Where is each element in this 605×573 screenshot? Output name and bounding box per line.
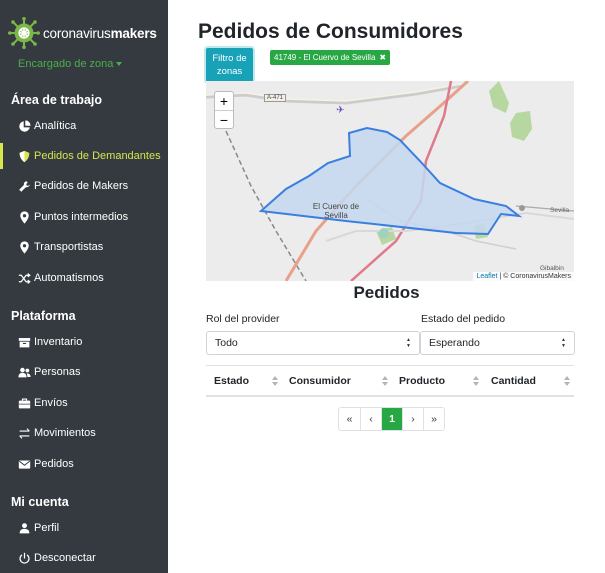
provider-role-label: Rol del provider xyxy=(206,313,280,325)
leaflet-link[interactable]: Leaflet xyxy=(476,273,497,280)
sidebar-item-label: Movimientos xyxy=(34,427,96,439)
select-arrows-icon: ▲ ▼ xyxy=(406,337,411,349)
attribution-text: | © CoronavirusMakers xyxy=(497,273,571,280)
order-status-select[interactable]: Esperando ▲ ▼ xyxy=(420,331,575,355)
sidebar-item-movimientos[interactable]: Movimientos xyxy=(0,420,168,446)
zone-filter-chip-label: 41749 - El Cuervo de Sevilla xyxy=(274,53,376,62)
section-title-mi-cuenta: Mi cuenta xyxy=(11,495,69,509)
sidebar-item-puntos-intermedios[interactable]: Puntos intermedios xyxy=(0,204,168,230)
order-status-label: Estado del pedido xyxy=(421,313,506,325)
provider-role-select[interactable]: Todo ▲ ▼ xyxy=(206,331,420,355)
sidebar-item-pedidos-makers[interactable]: Pedidos de Makers xyxy=(0,173,168,199)
sidebar-item-label: Personas xyxy=(34,366,81,378)
sidebar-item-label: Automatismos xyxy=(34,272,104,284)
page-current-button[interactable]: 1 xyxy=(381,408,402,430)
column-header-producto[interactable]: Producto xyxy=(399,366,445,396)
main-content: Pedidos de Consumidores Filtro de zonas … xyxy=(168,0,605,573)
wrench-icon xyxy=(19,180,30,192)
users-icon xyxy=(18,367,31,377)
sidebar-item-pedidos-demandantes[interactable]: Pedidos de Demandantes xyxy=(0,143,168,169)
sidebar-item-label: Inventario xyxy=(34,336,83,348)
close-icon[interactable]: ✖ xyxy=(379,53,386,62)
page-first-button[interactable]: « xyxy=(339,408,360,430)
road-label: A-471 xyxy=(264,94,287,102)
sort-icon[interactable] xyxy=(382,376,389,387)
sidebar-item-label: Perfil xyxy=(34,522,60,534)
archive-icon xyxy=(18,337,31,347)
sidebar-item-envios[interactable]: Envíos xyxy=(0,390,168,416)
sort-icon[interactable] xyxy=(473,376,480,387)
sidebar-item-label: Transportistas xyxy=(34,241,104,253)
exchange-icon xyxy=(19,427,30,439)
zone-filter-button[interactable]: Filtro de zonas xyxy=(206,48,253,82)
virus-logo-icon xyxy=(8,17,40,49)
select-arrows-icon: ▲ ▼ xyxy=(561,337,566,349)
svg-text:✈: ✈ xyxy=(336,105,344,116)
sidebar-item-label: Envíos xyxy=(34,397,68,409)
map-marker-icon xyxy=(20,210,29,224)
orders-table-header: Estado Consumidor Producto Cantidad xyxy=(206,365,574,397)
sidebar-item-desconectar[interactable]: Desconectar xyxy=(0,545,168,571)
column-header-cantidad[interactable]: Cantidad xyxy=(491,366,536,396)
sidebar-item-label: Analítica xyxy=(34,120,77,132)
map-zoom-control: + − xyxy=(214,91,234,129)
role-dropdown[interactable]: Encargado de zona xyxy=(18,58,123,70)
zoom-in-button[interactable]: + xyxy=(215,92,233,110)
sidebar: coronavirusmakers Encargado de zona Área… xyxy=(0,0,168,573)
orders-title: Pedidos xyxy=(353,283,420,302)
sidebar-item-label: Pedidos de Makers xyxy=(34,180,129,192)
pagination: « ‹ 1 › » xyxy=(338,407,445,431)
pie-chart-icon xyxy=(19,119,31,132)
column-header-consumidor[interactable]: Consumidor xyxy=(289,366,351,396)
column-header-estado[interactable]: Estado xyxy=(214,366,249,396)
sidebar-item-label: Pedidos de Demandantes xyxy=(34,150,161,162)
sidebar-item-analitica[interactable]: Analítica xyxy=(0,113,168,139)
sidebar-item-personas[interactable]: Personas xyxy=(0,359,168,385)
briefcase-icon xyxy=(18,397,31,408)
sidebar-item-perfil[interactable]: Perfil xyxy=(0,515,168,541)
zone-filter-chip[interactable]: 41749 - El Cuervo de Sevilla ✖ xyxy=(270,50,391,65)
page-prev-button[interactable]: ‹ xyxy=(360,408,381,430)
zoom-out-button[interactable]: − xyxy=(215,110,233,128)
section-title-area-trabajo: Área de trabajo xyxy=(11,93,103,107)
town-label: El Cuervo de Sevilla xyxy=(312,202,360,220)
map-tiles: ✈ xyxy=(206,81,574,281)
shield-icon xyxy=(19,150,30,162)
page-next-button[interactable]: › xyxy=(402,408,423,430)
page-title: Pedidos de Consumidores xyxy=(198,20,463,43)
user-icon xyxy=(19,522,30,533)
sidebar-item-automatismos[interactable]: Automatismos xyxy=(0,265,168,291)
sidebar-item-pedidos[interactable]: Pedidos xyxy=(0,451,168,477)
section-title-plataforma: Plataforma xyxy=(11,309,76,323)
sidebar-item-label: Puntos intermedios xyxy=(34,211,129,223)
map-attribution: Leaflet | © CoronavirusMakers xyxy=(473,272,574,281)
provider-role-value: Todo xyxy=(215,337,238,349)
order-status-value: Esperando xyxy=(429,337,480,349)
power-icon xyxy=(19,552,30,564)
app-logo[interactable]: coronavirusmakers xyxy=(8,16,168,50)
sidebar-item-inventario[interactable]: Inventario xyxy=(0,329,168,355)
sort-icon[interactable] xyxy=(564,376,571,387)
map-marker-icon xyxy=(20,240,29,254)
page-last-button[interactable]: » xyxy=(423,408,444,430)
sidebar-item-label: Pedidos xyxy=(34,458,74,470)
sidebar-item-label: Desconectar xyxy=(34,552,96,564)
caret-down-icon xyxy=(116,62,123,67)
sevilla-label: Sevilla xyxy=(550,207,570,214)
app-name: coronavirusmakers xyxy=(43,25,157,41)
sidebar-item-transportistas[interactable]: Transportistas xyxy=(0,234,168,260)
envelope-icon xyxy=(18,459,31,469)
zone-map[interactable]: ✈ A-471 El Cuervo de Sevilla Sevilla Gib… xyxy=(206,81,574,281)
sort-icon[interactable] xyxy=(272,376,279,387)
role-label: Encargado de zona xyxy=(18,58,114,70)
shuffle-icon xyxy=(18,272,31,284)
